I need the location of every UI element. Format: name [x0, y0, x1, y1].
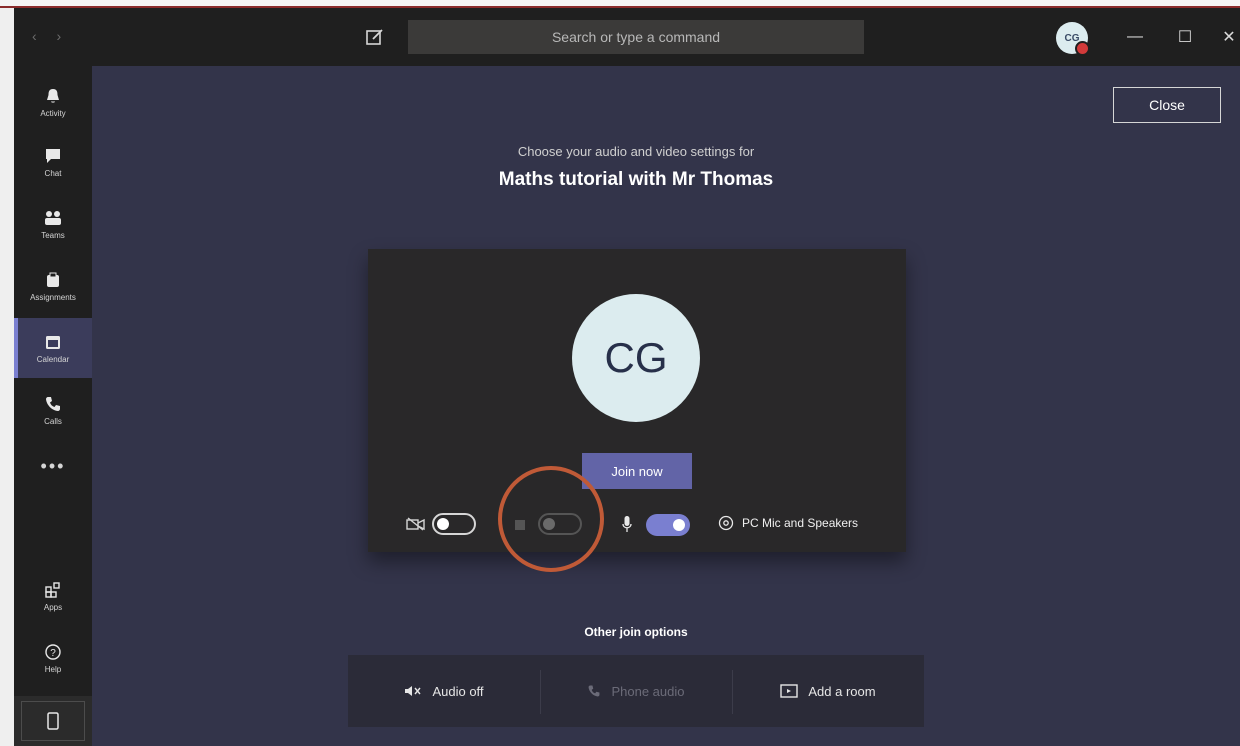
rail-label: Assignments	[30, 292, 76, 302]
microphone-icon	[622, 516, 632, 532]
option-label: Audio off	[432, 683, 484, 699]
audio-off-option[interactable]: Audio off	[348, 684, 540, 699]
camera-toggle[interactable]	[432, 513, 476, 535]
device-controls: PC Mic and Speakers	[368, 511, 906, 541]
more-icon: •••	[40, 455, 66, 476]
rail-item-assignments[interactable]: Assignments	[14, 256, 92, 316]
profile-avatar[interactable]: CG	[1056, 22, 1090, 56]
bell-icon	[47, 88, 59, 103]
avatar: CG	[572, 294, 700, 422]
rail-label: Help	[44, 664, 62, 674]
gear-icon	[718, 515, 734, 531]
maximize-icon[interactable]: ☐	[1170, 22, 1200, 52]
device-label: PC Mic and Speakers	[742, 516, 859, 530]
svg-text:?: ?	[50, 648, 56, 659]
minimize-icon[interactable]: —	[1120, 22, 1150, 52]
help-icon: ?	[45, 643, 61, 660]
new-chat-icon[interactable]	[364, 26, 386, 48]
calendar-icon	[46, 335, 60, 349]
back-forward-icon[interactable]: ‹ ›	[32, 28, 69, 44]
other-join-options: Audio off Phone audio Add a room	[348, 655, 924, 727]
toggle-knob	[673, 519, 685, 531]
other-join-options-title: Other join options	[584, 625, 688, 639]
rail-label: Activity	[40, 108, 66, 118]
microphone-toggle[interactable]	[646, 514, 690, 536]
rail-label: Teams	[41, 230, 65, 240]
rail-label: Apps	[43, 602, 63, 612]
rail-item-teams[interactable]: Teams	[14, 194, 92, 254]
download-mobile-app[interactable]	[14, 696, 92, 746]
phone-icon	[46, 396, 60, 411]
camera-off-icon	[406, 517, 425, 531]
teams-icon	[45, 210, 61, 225]
assignments-icon	[47, 272, 59, 287]
meeting-title: Maths tutorial with Mr Thomas	[498, 169, 774, 190]
toggle-knob	[437, 518, 449, 530]
cast-room-icon	[780, 684, 799, 698]
device-settings[interactable]: PC Mic and Speakers	[718, 515, 858, 531]
background-blur-icon	[515, 520, 525, 530]
rail-item-apps[interactable]: Apps	[14, 566, 92, 626]
join-now-button[interactable]: Join now	[582, 453, 692, 489]
close-button[interactable]: Close	[1113, 87, 1221, 123]
close-window-icon[interactable]: ✕	[1214, 22, 1240, 52]
settings-prompt: Choose your audio and video settings for	[517, 144, 755, 159]
phone-audio-option[interactable]: Phone audio	[540, 669, 732, 714]
mobile-device-icon	[21, 701, 85, 741]
rail-item-activity[interactable]: Activity	[14, 72, 92, 132]
app-bar: Activity Chat Teams Assignments Calendar…	[14, 66, 92, 746]
phone-icon	[589, 685, 600, 697]
status-dot-icon	[1075, 41, 1090, 56]
rail-item-calls[interactable]: Calls	[14, 380, 92, 440]
video-preview-panel: CG Join now PC Mic and Speakers	[368, 249, 906, 552]
rail-item-more[interactable]: •••	[14, 446, 92, 486]
title-bar: ‹ › Search or type a command CG — ☐ ✕	[14, 8, 1240, 66]
speaker-off-icon	[405, 686, 421, 696]
option-label: Add a room	[808, 683, 876, 699]
option-label: Phone audio	[611, 683, 685, 699]
rail-label: Calls	[44, 416, 62, 426]
add-room-option[interactable]: Add a room	[732, 669, 924, 714]
apps-icon	[45, 581, 60, 598]
search-input[interactable]: Search or type a command	[408, 20, 864, 54]
rail-item-calendar[interactable]: Calendar	[14, 318, 92, 378]
background-blur-toggle[interactable]	[538, 513, 582, 535]
toggle-knob	[543, 518, 555, 530]
teams-window: ‹ › Search or type a command CG — ☐ ✕ Ac…	[0, 0, 1240, 746]
rail-label: Calendar	[36, 354, 70, 364]
